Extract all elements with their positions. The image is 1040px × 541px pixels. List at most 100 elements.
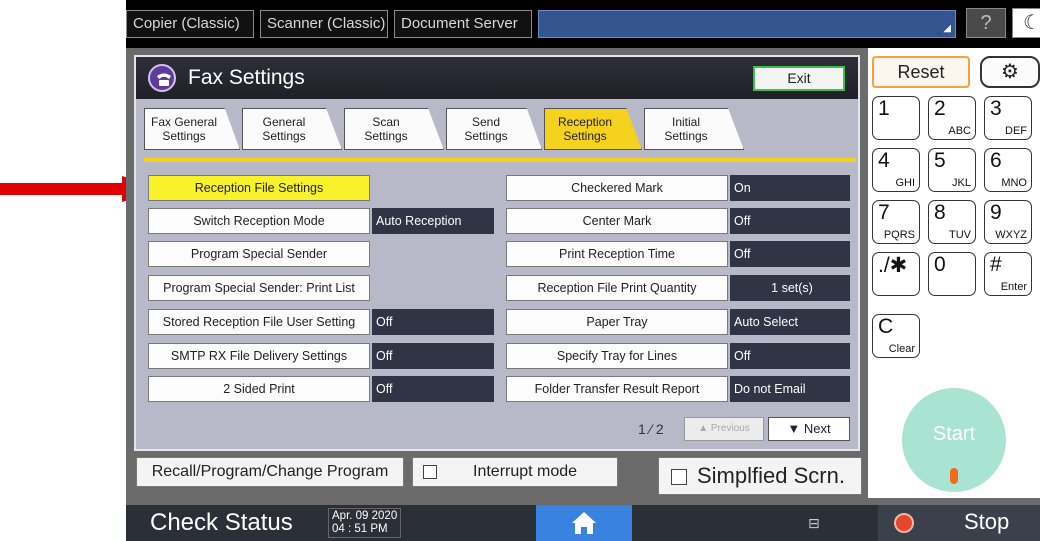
key-letters: PQRS bbox=[883, 229, 915, 241]
tab-label: Settings bbox=[262, 129, 306, 143]
key-digit: 7 bbox=[878, 201, 890, 224]
date-time: Apr. 09 2020 04 : 51 PM bbox=[328, 508, 402, 538]
specify-tray-for-lines-value: Off bbox=[730, 343, 850, 369]
key-4[interactable]: 4 GHI bbox=[872, 148, 920, 192]
energy-saver-button[interactable]: ☾ bbox=[1012, 8, 1040, 38]
key-3[interactable]: 3 DEF bbox=[984, 96, 1032, 140]
key-0[interactable]: 0 bbox=[928, 252, 976, 296]
interrupt-mode-label: Interrupt mode bbox=[473, 463, 578, 480]
home-icon bbox=[572, 512, 596, 534]
tab-label: Reception bbox=[557, 115, 613, 129]
key-digit: 6 bbox=[990, 149, 1002, 172]
key-digit: 3 bbox=[990, 97, 1002, 120]
stored-reception-file-user-setting-value: Off bbox=[372, 309, 494, 335]
tab-scan-settings[interactable]: Scan Settings bbox=[344, 108, 444, 150]
center-mark-value: Off bbox=[730, 208, 850, 234]
key-letters: WXYZ bbox=[995, 229, 1027, 241]
tab-document-server[interactable]: Document Server bbox=[394, 10, 532, 38]
fax-icon bbox=[148, 64, 176, 92]
settings-gear-button[interactable]: ⚙ bbox=[980, 56, 1040, 88]
key-7[interactable]: 7 PQRS bbox=[872, 200, 920, 244]
page-title: Fax Settings bbox=[188, 66, 305, 89]
next-page-button[interactable]: ▼ Next bbox=[768, 417, 850, 441]
key-letters: GHI bbox=[895, 177, 915, 189]
switch-reception-mode-button[interactable]: Switch Reception Mode bbox=[148, 208, 370, 234]
panel-header: Fax Settings Exit bbox=[136, 57, 858, 99]
tab-general-settings[interactable]: General Settings bbox=[242, 108, 342, 150]
key-5[interactable]: 5 JKL bbox=[928, 148, 976, 192]
fax-settings-panel: Fax Settings Exit Fax General Settings G… bbox=[134, 55, 860, 451]
check-status-button[interactable]: Check Status bbox=[150, 509, 293, 537]
checkered-mark-value: On bbox=[730, 175, 850, 201]
tab-send-settings[interactable]: Send Settings bbox=[446, 108, 542, 150]
key-digit: C bbox=[878, 315, 894, 338]
reset-button[interactable]: Reset bbox=[872, 56, 970, 88]
checkered-mark-button[interactable]: Checkered Mark bbox=[506, 175, 728, 201]
top-app-bar: Copier (Classic) Scanner (Classic) Docum… bbox=[126, 0, 1040, 48]
folder-transfer-result-report-button[interactable]: Folder Transfer Result Report bbox=[506, 376, 728, 402]
help-button[interactable]: ? bbox=[966, 8, 1006, 38]
reception-file-settings-button[interactable]: Reception File Settings bbox=[148, 175, 370, 201]
tab-label: Settings bbox=[563, 129, 607, 143]
two-sided-print-button[interactable]: 2 Sided Print bbox=[148, 376, 370, 402]
gear-icon: ⚙ bbox=[1001, 61, 1019, 83]
tab-label: Settings bbox=[162, 129, 206, 143]
page-indicator: 1 ⁄ 2 bbox=[638, 421, 664, 437]
exit-button[interactable]: Exit bbox=[753, 66, 845, 91]
device-screen: Copier (Classic) Scanner (Classic) Docum… bbox=[126, 0, 1040, 541]
reception-file-print-quantity-button[interactable]: Reception File Print Quantity bbox=[506, 275, 728, 301]
interrupt-mode-checkbox[interactable] bbox=[423, 465, 437, 479]
key-letters: Clear bbox=[888, 343, 915, 355]
simplified-screen-checkbox[interactable] bbox=[671, 469, 687, 485]
stored-reception-file-user-setting-button[interactable]: Stored Reception File User Setting bbox=[148, 309, 370, 335]
program-special-sender-button[interactable]: Program Special Sender bbox=[148, 241, 370, 267]
print-reception-time-button[interactable]: Print Reception Time bbox=[506, 241, 728, 267]
tab-scanner-classic[interactable]: Scanner (Classic) bbox=[260, 10, 388, 38]
smtp-rx-file-delivery-settings-value: Off bbox=[372, 343, 494, 369]
tab-fax-general-settings[interactable]: Fax General Settings bbox=[144, 108, 240, 150]
tab-divider bbox=[144, 158, 856, 162]
recall-program-button[interactable]: Recall/Program/Change Program bbox=[136, 457, 404, 487]
stop-icon bbox=[894, 513, 914, 533]
tab-label: Send bbox=[471, 115, 501, 129]
tab-label: Scan bbox=[372, 115, 400, 129]
paper-tray-button[interactable]: Paper Tray bbox=[506, 309, 728, 335]
key-letters: ABC bbox=[948, 125, 971, 137]
start-indicator-led bbox=[950, 468, 958, 484]
simplified-screen-button[interactable]: Simplfied Scrn. bbox=[658, 457, 862, 495]
key-dot-star[interactable]: ./✱ bbox=[872, 252, 920, 296]
key-6[interactable]: 6 MNO bbox=[984, 148, 1032, 192]
center-mark-button[interactable]: Center Mark bbox=[506, 208, 728, 234]
home-button[interactable] bbox=[536, 505, 632, 541]
key-clear[interactable]: C Clear bbox=[872, 314, 920, 358]
previous-page-button[interactable]: ▲ Previous bbox=[684, 417, 764, 441]
stop-label: Stop bbox=[964, 509, 1010, 534]
memory-icon: ⊟ bbox=[808, 515, 820, 531]
message-bar[interactable]: ◢ bbox=[538, 10, 956, 38]
key-hash-enter[interactable]: # Enter bbox=[984, 252, 1032, 296]
simplified-screen-label: Simplfied Scrn. bbox=[697, 463, 845, 488]
print-reception-time-value: Off bbox=[730, 241, 850, 267]
tab-copier-classic[interactable]: Copier (Classic) bbox=[126, 10, 254, 38]
tab-label: Settings bbox=[664, 129, 708, 143]
paper-tray-value: Auto Select bbox=[730, 309, 850, 335]
key-1[interactable]: 1 bbox=[872, 96, 920, 140]
folder-transfer-result-report-value: Do not Email bbox=[730, 376, 850, 402]
tab-initial-settings[interactable]: Initial Settings bbox=[644, 108, 744, 150]
key-letters: TUV bbox=[949, 229, 971, 241]
status-bar: Check Status Apr. 09 2020 04 : 51 PM ⊟ S… bbox=[126, 505, 1040, 541]
specify-tray-for-lines-button[interactable]: Specify Tray for Lines bbox=[506, 343, 728, 369]
stop-button[interactable]: Stop bbox=[878, 505, 1040, 541]
tab-label: Initial bbox=[671, 115, 700, 129]
key-digit: 2 bbox=[934, 97, 946, 120]
key-2[interactable]: 2 ABC bbox=[928, 96, 976, 140]
key-digit: ./✱ bbox=[878, 254, 908, 277]
key-8[interactable]: 8 TUV bbox=[928, 200, 976, 244]
program-special-sender-print-list-button[interactable]: Program Special Sender: Print List bbox=[148, 275, 370, 301]
key-9[interactable]: 9 WXYZ bbox=[984, 200, 1032, 244]
interrupt-mode-button[interactable]: Interrupt mode bbox=[412, 457, 618, 487]
smtp-rx-file-delivery-settings-button[interactable]: SMTP RX File Delivery Settings bbox=[148, 343, 370, 369]
time-text: 04 : 51 PM bbox=[332, 523, 388, 535]
tab-label: Fax General bbox=[150, 115, 218, 129]
tab-reception-settings[interactable]: Reception Settings bbox=[544, 108, 642, 150]
